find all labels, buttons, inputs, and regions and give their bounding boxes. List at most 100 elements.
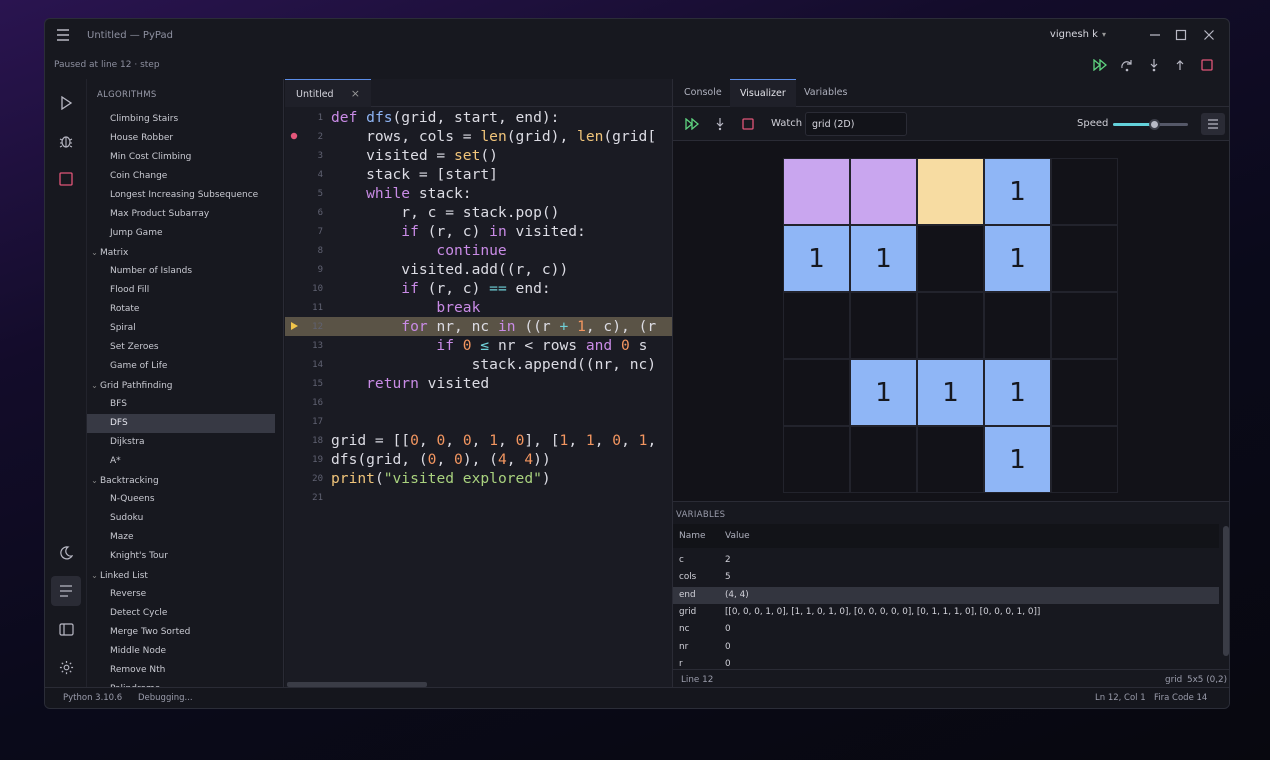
grid-cell[interactable] — [783, 426, 850, 493]
grid-cell[interactable]: 1 — [984, 225, 1051, 292]
grid-cell[interactable] — [1051, 426, 1118, 493]
variables-scrollbar[interactable] — [1223, 526, 1229, 656]
tree-item[interactable]: Dijkstra — [87, 433, 275, 452]
line-number[interactable]: 20 — [285, 474, 323, 484]
code-area[interactable]: 1 def dfs(grid, start, end): 2 rows, cols … — [285, 107, 672, 689]
chevron-down-icon[interactable]: ⌄ — [89, 376, 100, 395]
cursor-position[interactable]: Ln 12, Col 1 — [1095, 693, 1146, 703]
step-over-icon[interactable] — [1117, 55, 1137, 75]
speed-slider[interactable] — [1113, 119, 1188, 130]
tab-variables[interactable]: Variables — [794, 79, 857, 107]
watch-input[interactable]: grid (2D) — [805, 112, 907, 136]
step-out-icon[interactable] — [1170, 55, 1190, 75]
tree-item[interactable]: Sudoku — [87, 509, 275, 528]
line-number[interactable]: 1 — [285, 113, 323, 123]
line-number[interactable]: 5 — [285, 189, 323, 199]
grid-cell[interactable] — [1051, 158, 1118, 225]
tab-close-icon[interactable]: × — [351, 87, 360, 100]
tree-item[interactable]: Reverse — [87, 585, 275, 604]
grid-cell[interactable] — [783, 359, 850, 426]
line-number[interactable]: 11 — [285, 303, 323, 313]
tab-untitled[interactable]: Untitled × — [285, 79, 371, 107]
tab-console[interactable]: Console — [674, 79, 732, 107]
tree-item[interactable]: N-Queens — [87, 490, 275, 509]
chevron-down-icon[interactable]: ⌄ — [89, 471, 100, 490]
tree-item[interactable]: Longest Increasing Subsequence — [87, 186, 275, 205]
grid-cell[interactable] — [783, 292, 850, 359]
grid-cell[interactable]: 1 — [850, 225, 917, 292]
grid-cell[interactable] — [917, 225, 984, 292]
step-into-icon[interactable] — [1144, 55, 1164, 75]
line-number[interactable]: 17 — [285, 417, 323, 427]
line-number[interactable]: 4 — [285, 170, 323, 180]
tab-visualizer[interactable]: Visualizer — [730, 79, 796, 107]
grid-cell[interactable]: 1 — [850, 359, 917, 426]
line-number[interactable]: 8 — [285, 246, 323, 256]
line-number[interactable]: 10 — [285, 284, 323, 294]
grid-cell[interactable]: 1 — [984, 158, 1051, 225]
tree-item[interactable]: Maze — [87, 528, 275, 547]
line-number[interactable]: 14 — [285, 360, 323, 370]
tree-item[interactable]: Knight's Tour — [87, 547, 275, 566]
tree-item[interactable]: Set Zeroes — [87, 338, 275, 357]
breakpoint-icon[interactable] — [289, 131, 299, 141]
line-number[interactable]: 7 — [285, 227, 323, 237]
grid-cell[interactable] — [917, 292, 984, 359]
theme-moon-icon[interactable] — [51, 538, 81, 568]
settings-gear-icon[interactable] — [51, 652, 81, 682]
line-number[interactable]: 16 — [285, 398, 323, 408]
tree-item[interactable]: Jump Game — [87, 224, 275, 243]
tree-item[interactable]: Merge Two Sorted — [87, 623, 275, 642]
line-number[interactable]: 6 — [285, 208, 323, 218]
tree-item[interactable]: Remove Nth — [87, 661, 275, 680]
tree-item[interactable]: BFS — [87, 395, 275, 414]
play-all-icon[interactable] — [683, 115, 701, 133]
line-number[interactable]: 13 — [285, 341, 323, 351]
explorer-list-icon[interactable] — [51, 576, 81, 606]
tree-group[interactable]: ⌄ Matrix — [87, 243, 275, 262]
tree-item[interactable]: Coin Change — [87, 167, 275, 186]
maximize-icon[interactable] — [1171, 25, 1191, 45]
grid-cell[interactable]: 1 — [917, 359, 984, 426]
debug-bug-icon[interactable] — [51, 126, 81, 156]
stop-icon[interactable] — [1197, 55, 1217, 75]
grid-cell[interactable] — [783, 158, 850, 225]
tree-item[interactable]: Detect Cycle — [87, 604, 275, 623]
minimize-icon[interactable] — [1145, 25, 1165, 45]
variable-row[interactable]: grid [[0, 0, 0, 1, 0], [1, 1, 0, 1, 0], [… — [673, 604, 1219, 621]
line-number[interactable]: 3 — [285, 151, 323, 161]
python-version[interactable]: Python 3.10.6 — [63, 693, 122, 703]
menu-icon[interactable] — [53, 25, 73, 45]
grid-cell[interactable] — [850, 292, 917, 359]
tree-group[interactable]: ⌄ Backtracking — [87, 471, 275, 490]
panel-toggle-icon[interactable] — [51, 614, 81, 644]
tree-item[interactable]: Game of Life — [87, 357, 275, 376]
grid-cell[interactable] — [984, 292, 1051, 359]
stop-square-icon[interactable] — [51, 164, 81, 194]
tree-item[interactable]: Min Cost Climbing — [87, 148, 275, 167]
grid-cell[interactable] — [850, 426, 917, 493]
close-icon[interactable] — [1199, 25, 1219, 45]
variable-row[interactable]: cols 5 — [673, 569, 1219, 586]
line-number[interactable]: 19 — [285, 455, 323, 465]
grid-cell[interactable] — [917, 158, 984, 225]
font-info[interactable]: Fira Code 14 — [1154, 693, 1207, 703]
grid-cell[interactable] — [1051, 225, 1118, 292]
grid-cell[interactable]: 1 — [783, 225, 850, 292]
step-down-icon[interactable] — [711, 115, 729, 133]
line-number[interactable]: 15 — [285, 379, 323, 389]
grid-cell[interactable]: 1 — [984, 359, 1051, 426]
tree-item[interactable]: DFS — [87, 414, 275, 433]
tree-item[interactable]: House Robber — [87, 129, 275, 148]
visualizer-menu-icon[interactable] — [1201, 113, 1225, 135]
tree-item[interactable]: Climbing Stairs — [87, 110, 275, 129]
chevron-down-icon[interactable]: ⌄ — [89, 243, 100, 262]
continue-icon[interactable] — [1090, 55, 1110, 75]
tree-item[interactable]: Max Product Subarray — [87, 205, 275, 224]
grid-cell[interactable] — [850, 158, 917, 225]
run-icon[interactable] — [51, 88, 81, 118]
chevron-down-icon[interactable]: ⌄ — [89, 566, 100, 585]
tree-group[interactable]: ⌄ Linked List — [87, 566, 275, 585]
user-menu[interactable]: vignesh k ▾ — [1050, 29, 1106, 40]
tree-item[interactable]: Number of Islands — [87, 262, 275, 281]
